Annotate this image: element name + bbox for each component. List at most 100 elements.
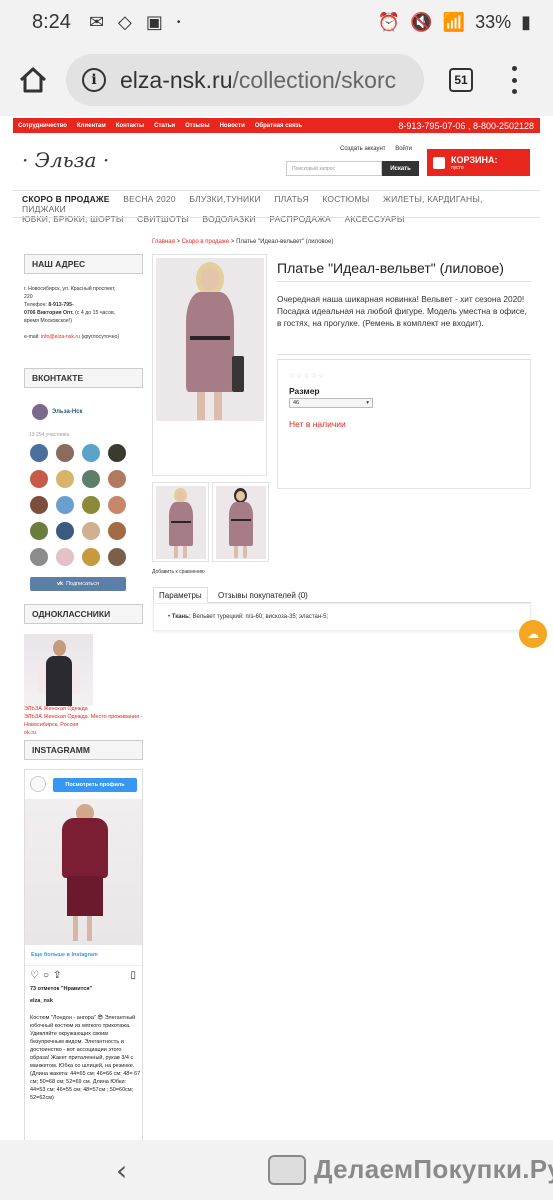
rating-stars[interactable]: ☆☆☆☆☆ (289, 372, 325, 380)
avatar[interactable] (30, 444, 48, 462)
category-item[interactable]: ВЕСНА 2020 (123, 194, 176, 204)
vk-group-name[interactable]: Эльза-Нск (52, 409, 83, 415)
category-item[interactable]: СВИТШОТЫ (137, 214, 189, 224)
phone-hours: (с 4 до 15 часов, (75, 310, 116, 316)
size-label: Размер (289, 386, 320, 396)
cart-button[interactable]: КОРЗИНА: пусто (427, 149, 530, 176)
vk-members-grid (30, 444, 126, 566)
breadcrumb: Главная > Скоро в продаже > Платье "Идеа… (152, 239, 334, 245)
tab-parameters[interactable]: Параметры (153, 587, 208, 603)
add-to-compare-link[interactable]: Добавить к сравнению (152, 569, 205, 575)
topnav-item[interactable]: Обратная связь (250, 123, 308, 129)
divider (277, 281, 531, 282)
create-account-link[interactable]: Создать аккаунт (340, 146, 386, 152)
instagram-avatar[interactable] (30, 776, 46, 792)
phone-line: 0706 (24, 310, 36, 316)
site-logo[interactable]: · Эльза · (22, 148, 109, 172)
cart-status: пусто (451, 164, 464, 171)
avatar[interactable] (82, 496, 100, 514)
search-input[interactable]: Поисковый запрос (286, 161, 382, 176)
avatar[interactable] (108, 470, 126, 488)
avatar[interactable] (30, 470, 48, 488)
breadcrumb-home[interactable]: Главная (152, 239, 175, 245)
info-icon[interactable]: i (82, 68, 106, 92)
tab-reviews[interactable]: Отзывы покупателей (0) (213, 587, 313, 603)
ok-group-image[interactable] (24, 634, 93, 706)
instagram-more-link[interactable]: Еще больше в Instagram (31, 952, 98, 958)
avatar[interactable] (56, 496, 74, 514)
avatar[interactable] (56, 444, 74, 462)
avatar[interactable] (56, 548, 74, 566)
topnav-item[interactable]: Контакты (111, 123, 149, 129)
vk-member-count: 13 254 участника (29, 432, 69, 438)
avatar[interactable] (82, 548, 100, 566)
ok-group-desc[interactable]: ЭЛЬЗА Женская Одежда. Место проживания -… (24, 713, 146, 729)
avatar[interactable] (82, 444, 100, 462)
instagram-heading: INSTAGRAMM (24, 740, 143, 760)
heart-icon[interactable]: ♡ (30, 970, 43, 981)
login-link[interactable]: Войти (395, 146, 412, 152)
address-line: 220 (24, 294, 33, 300)
home-icon[interactable] (18, 66, 48, 94)
ok-group-name[interactable]: ЭЛЬЗА Женская Одежда (24, 705, 146, 713)
availability-status: Нет в наличии (289, 419, 346, 429)
tab-switcher-button[interactable]: 51 (449, 68, 473, 92)
topnav-item[interactable]: Статьи (149, 123, 180, 129)
back-icon[interactable]: ‹ (116, 1154, 127, 1187)
topnav-item[interactable]: Сотрудничество (13, 123, 72, 129)
avatar[interactable] (108, 548, 126, 566)
category-item[interactable]: СКОРО В ПРОДАЖЕ (22, 194, 110, 204)
ok-group-text[interactable]: ЭЛЬЗА Женская Одежда ЭЛЬЗА Женская Одежд… (24, 705, 146, 737)
vk-subscribe-label: Подписаться (66, 581, 100, 587)
category-item[interactable]: КОСТЮМЫ (322, 194, 369, 204)
comment-icon[interactable]: ○ (43, 970, 53, 981)
product-main-image[interactable] (152, 254, 267, 476)
topnav-item[interactable]: Клиентам (72, 123, 111, 129)
instagram-photo[interactable] (25, 800, 142, 945)
size-value: 46 (293, 400, 300, 406)
product-thumbnail[interactable] (212, 482, 269, 562)
url-text[interactable]: elza-nsk.ru/collection/skorc (120, 67, 396, 94)
bookmark-icon[interactable]: ▯ (130, 970, 136, 981)
avatar[interactable] (56, 522, 74, 540)
avatar[interactable] (30, 522, 48, 540)
avatar[interactable] (82, 470, 100, 488)
avatar[interactable] (30, 548, 48, 566)
overflow-menu-icon[interactable] (511, 66, 517, 94)
category-item[interactable]: ПЛАТЬЯ (274, 194, 308, 204)
breadcrumb-category[interactable]: Скоро в продаже (182, 239, 230, 245)
wallet-icon (268, 1154, 306, 1185)
avatar[interactable] (56, 470, 74, 488)
category-item[interactable]: ВОДОЛАЗКИ (203, 214, 256, 224)
ok-link[interactable]: ok.ru (24, 729, 146, 737)
diamond-icon: ◇ (118, 11, 132, 32)
mail-icon: ✉ (88, 11, 105, 32)
address-bar[interactable]: i elza-nsk.ru/collection/skorc (66, 54, 424, 106)
avatar[interactable] (108, 522, 126, 540)
share-icon[interactable]: ⇪ (53, 970, 65, 981)
category-item[interactable]: РАСПРОДАЖА (269, 214, 331, 224)
avatar[interactable] (108, 444, 126, 462)
vk-subscribe-button[interactable]: vk Подписаться (30, 577, 126, 591)
view-profile-button[interactable]: Посмотреть профиль (53, 778, 137, 792)
category-item[interactable]: БЛУЗКИ,ТУНИКИ (189, 194, 260, 204)
search-button[interactable]: Искать (382, 161, 419, 176)
email-link[interactable]: info@elza-nsk.ru (41, 334, 80, 340)
size-select[interactable]: 46 ▾ (289, 398, 373, 408)
topnav-item[interactable]: Отзывы (180, 123, 215, 129)
avatar[interactable] (82, 522, 100, 540)
vk-avatar[interactable] (32, 404, 48, 420)
avatar[interactable] (30, 496, 48, 514)
avatar[interactable] (108, 496, 126, 514)
logo-text: Эльза (34, 148, 97, 172)
category-item[interactable]: АКСЕССУАРЫ (345, 214, 405, 224)
cloud-download-icon[interactable]: ☁ (519, 620, 547, 648)
product-thumbnail[interactable] (152, 482, 209, 562)
instagram-username[interactable]: elza_nsk (30, 998, 53, 1004)
topnav-item[interactable]: Новости (215, 123, 250, 129)
watermark-text: ДелаемПокупки.Ру (314, 1154, 553, 1184)
purchase-box: ☆☆☆☆☆ Размер 46 ▾ Нет в наличии (277, 359, 531, 489)
breadcrumb-current: Платье "Идеал-вельвет" (лиловое) (236, 239, 334, 245)
category-item[interactable]: ЮБКИ, БРЮКИ, ШОРТЫ (22, 214, 124, 224)
browser-toolbar: i elza-nsk.ru/collection/skorc 51 (0, 44, 553, 116)
